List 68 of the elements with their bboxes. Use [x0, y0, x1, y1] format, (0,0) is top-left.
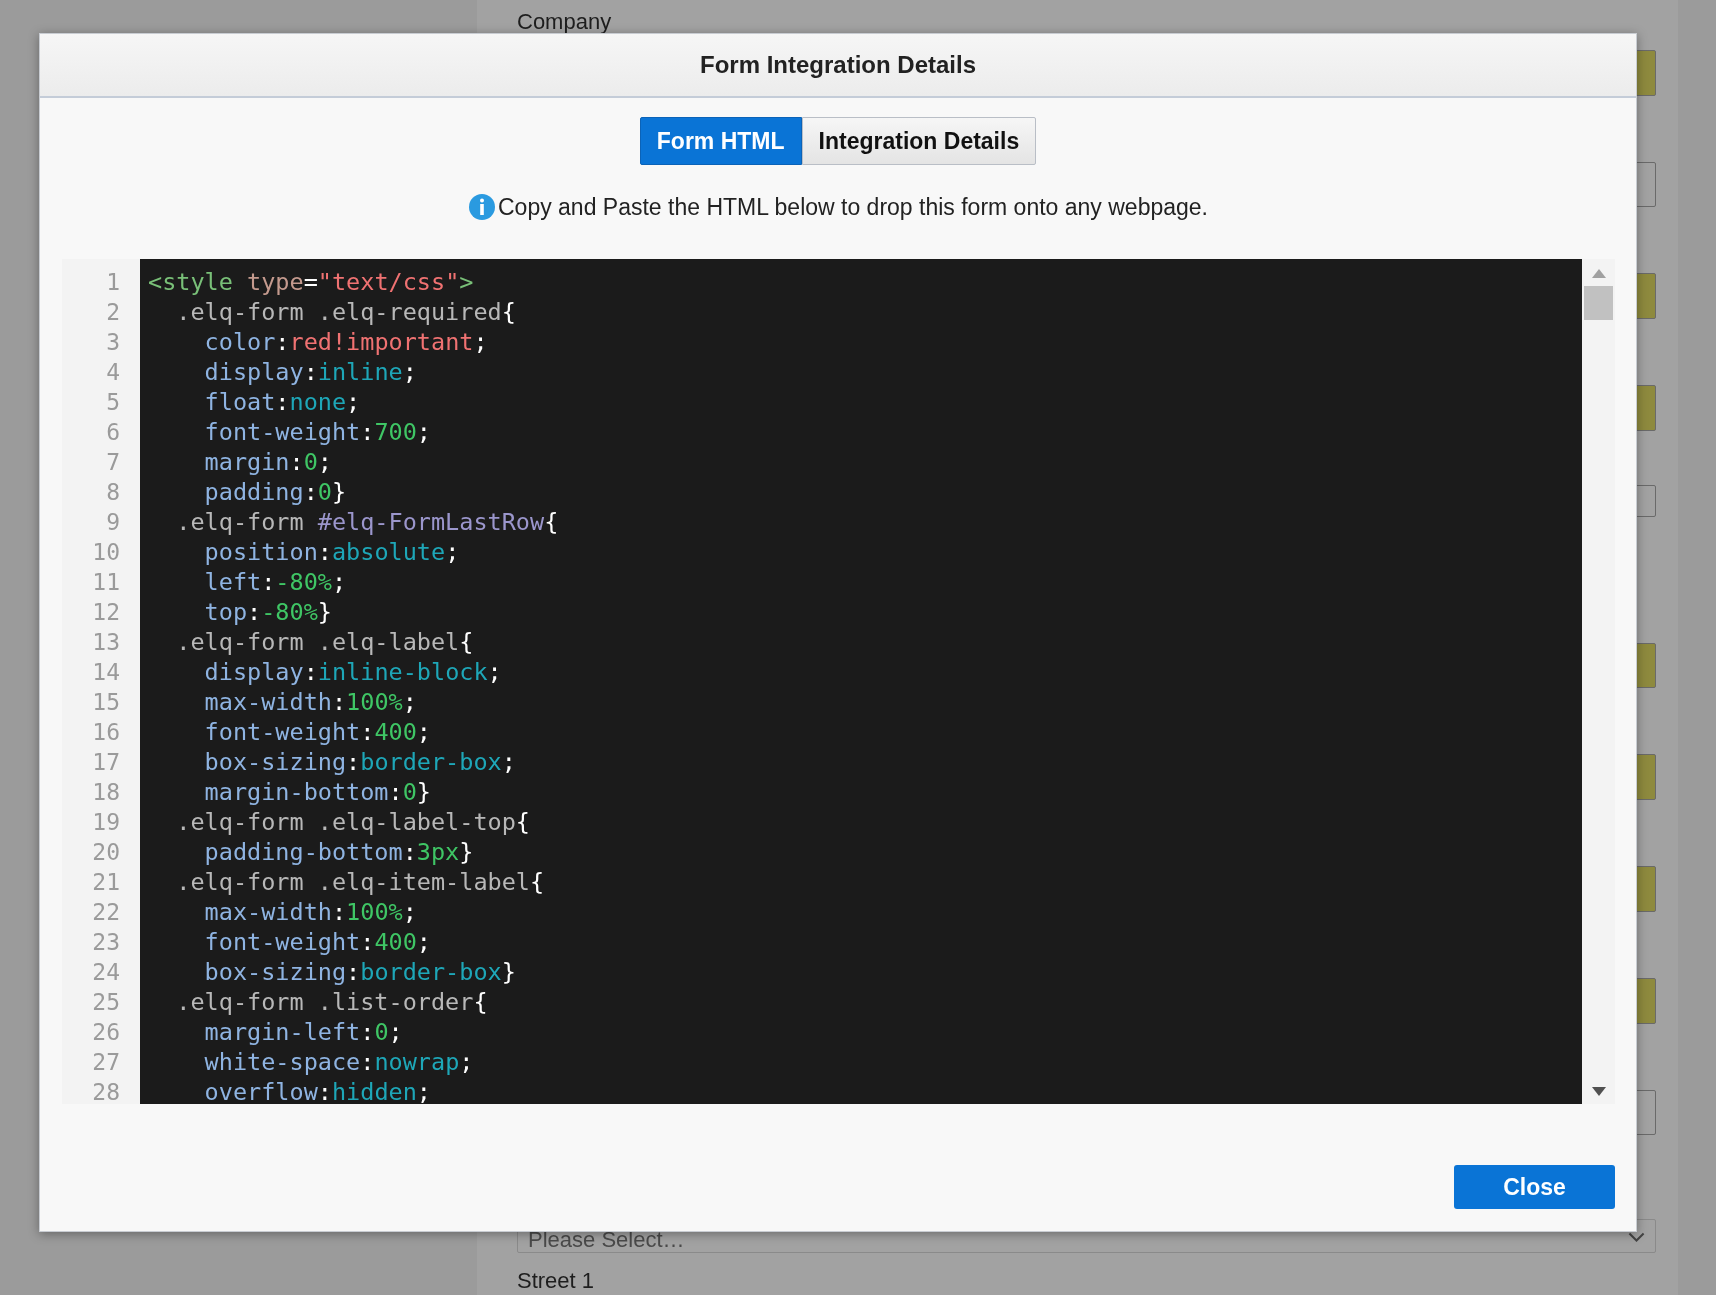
line-number: 27	[92, 1048, 120, 1077]
code-line: color:red!important;	[203, 327, 488, 357]
dialog-title: Form Integration Details	[699, 51, 976, 79]
code-line: font-weight:400;	[203, 717, 431, 747]
code-line: display:inline;	[203, 357, 417, 387]
info-icon	[468, 193, 496, 221]
line-number: 12	[92, 598, 120, 627]
line-number: 3	[106, 328, 120, 357]
line-number: 16	[92, 718, 120, 747]
line-number: 4	[106, 358, 120, 387]
scroll-thumb[interactable]	[1584, 286, 1613, 320]
code-line: .elq-form #elq-FormLastRow{	[175, 507, 559, 537]
code-line: margin:0;	[203, 447, 332, 477]
line-number: 13	[92, 628, 120, 657]
line-number: 1	[106, 268, 120, 297]
line-number: 11	[92, 568, 120, 597]
code-line: left:-80%;	[203, 567, 347, 597]
line-number: 9	[106, 508, 120, 537]
line-number: 28	[92, 1078, 120, 1104]
code-line: .elq-form .elq-label-top{	[175, 807, 530, 837]
line-number: 19	[92, 808, 120, 837]
line-number: 7	[106, 448, 120, 477]
field-label: Street 1	[517, 1267, 596, 1295]
line-number: 17	[92, 748, 120, 777]
code-line: .elq-form .elq-item-label{	[175, 867, 545, 897]
field-label: Company	[517, 8, 613, 36]
line-number: 18	[92, 778, 120, 807]
code-line: box-sizing:border-box}	[203, 957, 516, 987]
line-number: 24	[92, 958, 120, 987]
code-line: <style type="text/css">	[148, 267, 474, 297]
line-number: 6	[106, 418, 120, 447]
code-line: float:none;	[203, 387, 361, 417]
code-line: position:absolute;	[203, 537, 460, 567]
chevron-down-icon	[1628, 1232, 1645, 1243]
line-number: 14	[92, 658, 120, 687]
line-number: 5	[106, 388, 120, 417]
code-line: font-weight:400;	[203, 927, 431, 957]
code-line: padding:0}	[203, 477, 347, 507]
info-text: Copy and Paste the HTML below to drop this form onto any webpage.	[498, 193, 1208, 221]
code-line: .elq-form .list-order{	[175, 987, 488, 1017]
line-number: 25	[92, 988, 120, 1017]
line-number: 8	[106, 478, 120, 507]
scroll-up-icon[interactable]	[1591, 269, 1606, 278]
code-line: box-sizing:border-box;	[203, 747, 516, 777]
code-line: margin-left:0;	[203, 1017, 403, 1047]
scroll-down-icon[interactable]	[1591, 1087, 1606, 1096]
line-number: 21	[92, 868, 120, 897]
code-line: margin-bottom:0}	[203, 777, 431, 807]
code-line: max-width:100%;	[203, 897, 417, 927]
line-number: 15	[92, 688, 120, 717]
line-number: 10	[92, 538, 120, 567]
tab[interactable]: Form HTML	[639, 117, 802, 165]
code-line: font-weight:700;	[203, 417, 431, 447]
line-number: 2	[106, 298, 120, 327]
close-button[interactable]: Close	[1454, 1165, 1615, 1209]
line-number: 22	[92, 898, 120, 927]
line-number: 26	[92, 1018, 120, 1047]
code-line: display:inline-block;	[203, 657, 502, 687]
line-number: 20	[92, 838, 120, 867]
tab[interactable]: Integration Details	[801, 117, 1037, 165]
line-number: 23	[92, 928, 120, 957]
code-line: padding-bottom:3px}	[203, 837, 474, 867]
code-line: top:-80%}	[203, 597, 332, 627]
code-line: white-space:nowrap;	[203, 1047, 474, 1077]
code-line: .elq-form .elq-label{	[175, 627, 474, 657]
code-line: .elq-form .elq-required{	[175, 297, 516, 327]
code-line: max-width:100%;	[203, 687, 417, 717]
code-line: overflow:hidden;	[203, 1077, 431, 1104]
